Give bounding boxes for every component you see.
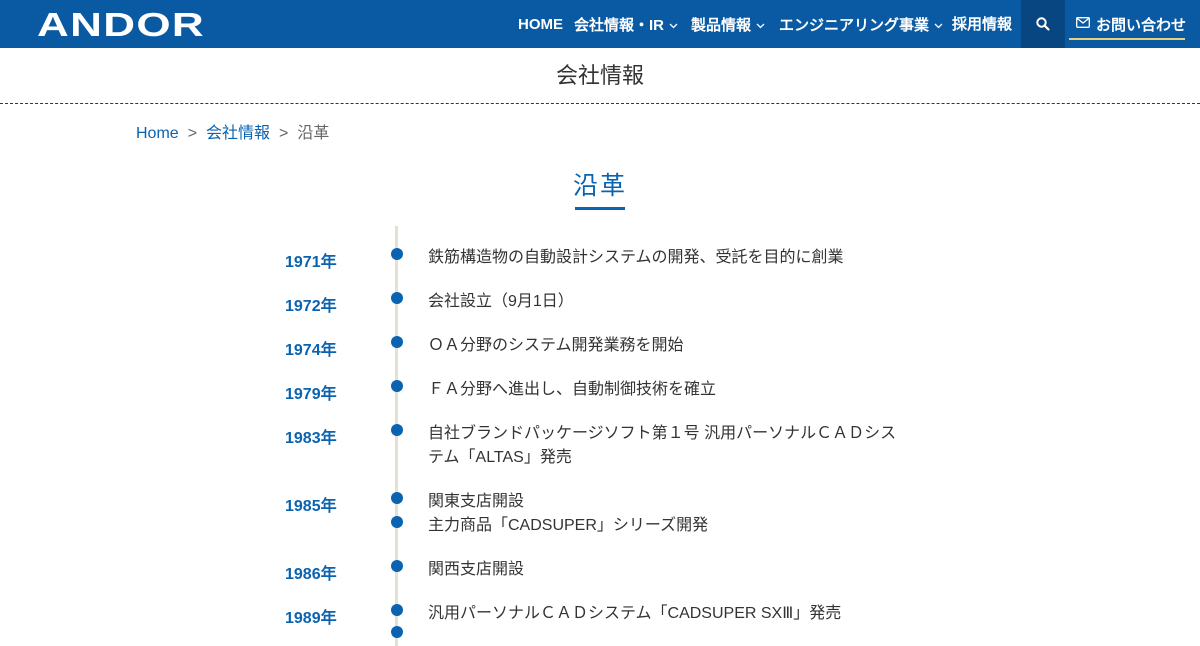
timeline-dot bbox=[391, 336, 403, 348]
breadcrumb-separator: > bbox=[279, 125, 289, 142]
timeline-dot bbox=[391, 248, 403, 260]
nav-recruit-label: 採用情報 bbox=[952, 16, 1013, 33]
contact-label: お問い合わせ bbox=[1096, 17, 1187, 34]
nav-home-label: HOME bbox=[518, 16, 563, 33]
chevron-down-icon bbox=[669, 0, 678, 50]
breadcrumb-current: 沿革 bbox=[297, 125, 330, 142]
timeline-event: 自社ブランドパッケージソフト第１号 汎用パーソナルＣＡＤシステム「ALTAS」発… bbox=[428, 425, 897, 466]
timeline-year: 1974年 bbox=[285, 342, 337, 359]
chevron-down-icon bbox=[756, 0, 765, 50]
timeline-event: 会社設立（9月1日） bbox=[428, 293, 574, 310]
timeline-year: 1979年 bbox=[285, 386, 337, 403]
timeline-dot bbox=[391, 604, 403, 616]
nav-recruit[interactable]: 採用情報 bbox=[952, 0, 1012, 48]
nav-engineering-label: エンジニアリング事業 bbox=[779, 17, 930, 34]
timeline-year: 1971年 bbox=[285, 254, 337, 271]
site-header: ANDOR HOME 会社情報・IR 製品情報 エンジニアリング事業 採用情報 … bbox=[0, 0, 1200, 48]
contact-button[interactable]: お問い合わせ bbox=[1069, 6, 1187, 40]
breadcrumb-home-link[interactable]: Home bbox=[136, 125, 179, 142]
nav-products-label: 製品情報 bbox=[691, 17, 752, 34]
timeline-dot bbox=[391, 492, 403, 504]
timeline-event: 主力商品「CADSUPER」シリーズ開発 bbox=[428, 517, 709, 534]
nav-home[interactable]: HOME bbox=[518, 0, 563, 48]
timeline-year: 1985年 bbox=[285, 498, 337, 515]
logo-text: ANDOR bbox=[37, 8, 205, 40]
timeline-dot bbox=[391, 380, 403, 392]
timeline-dot bbox=[391, 424, 403, 436]
timeline-year: 1983年 bbox=[285, 430, 337, 447]
chevron-down-icon bbox=[934, 0, 943, 50]
timeline-event: ＦＡ分野へ進出し、自動制御技術を確立 bbox=[428, 381, 717, 398]
timeline-year: 1989年 bbox=[285, 610, 337, 627]
section-title-underline bbox=[575, 207, 625, 210]
timeline-event: ＯＡ分野のシステム開発業務を開始 bbox=[428, 337, 684, 354]
timeline-dot bbox=[391, 292, 403, 304]
nav-engineering[interactable]: エンジニアリング事業 bbox=[779, 0, 943, 48]
andor-logo[interactable]: ANDOR bbox=[37, 8, 207, 40]
nav-company-ir[interactable]: 会社情報・IR bbox=[574, 0, 678, 48]
timeline-line bbox=[395, 226, 398, 646]
timeline-dot bbox=[391, 626, 403, 638]
search-button[interactable] bbox=[1021, 0, 1065, 48]
nav-company-ir-label: 会社情報・IR bbox=[574, 17, 665, 34]
timeline-event: 汎用パーソナルＣＡＤシステム「CADSUPER SXⅢ」発売 bbox=[428, 605, 842, 622]
timeline-dot bbox=[391, 560, 403, 572]
search-icon bbox=[1036, 17, 1050, 31]
timeline-dot bbox=[391, 516, 403, 528]
breadcrumb: Home > 会社情報 > 沿革 bbox=[136, 119, 329, 143]
timeline-event: 関西支店開設 bbox=[428, 561, 525, 578]
timeline-year: 1986年 bbox=[285, 566, 337, 583]
page-title: 会社情報 bbox=[0, 48, 1200, 104]
timeline-event: 鉄筋構造物の自動設計システムの開発、受託を目的に創業 bbox=[428, 249, 844, 266]
mail-icon bbox=[1076, 17, 1090, 28]
breadcrumb-company-link[interactable]: 会社情報 bbox=[206, 125, 270, 142]
section-title: 沿革 bbox=[572, 172, 627, 200]
timeline-event: 関東支店開設 bbox=[428, 493, 525, 510]
nav-products[interactable]: 製品情報 bbox=[691, 0, 765, 48]
timeline-year: 1972年 bbox=[285, 298, 337, 315]
breadcrumb-separator: > bbox=[187, 125, 198, 142]
